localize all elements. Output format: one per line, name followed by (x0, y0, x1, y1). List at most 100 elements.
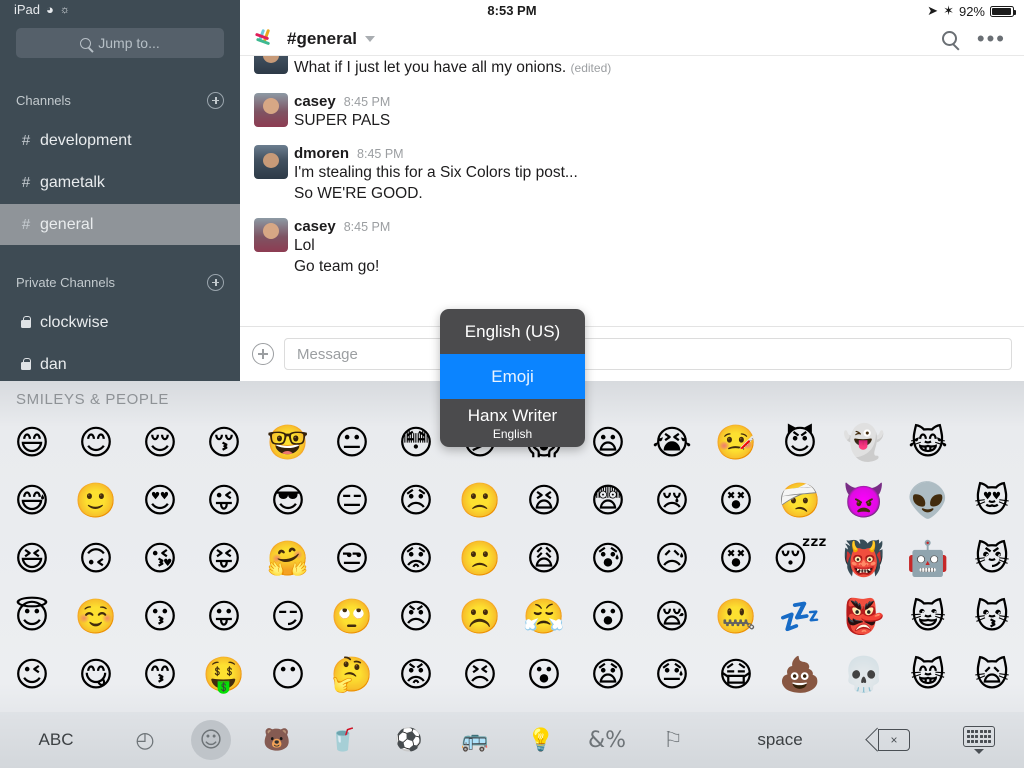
emoji-key[interactable]: 😠 (384, 588, 448, 646)
emoji-key[interactable]: 😚 (192, 414, 256, 472)
add-channel-button[interactable] (207, 91, 224, 109)
emoji-key[interactable]: 😴 (768, 530, 832, 588)
emoji-key[interactable]: 😭 (640, 414, 704, 472)
emoji-key[interactable]: 🤕 (768, 472, 832, 530)
emoji-key[interactable]: 😅 (0, 472, 64, 530)
emoji-key[interactable]: 🤖 (896, 530, 960, 588)
emoji-key[interactable]: 😄 (0, 414, 64, 472)
sidebar-item-development[interactable]: # development (0, 120, 240, 161)
emoji-key[interactable]: 😮 (576, 588, 640, 646)
emoji-grid[interactable]: 😄😊😌😚🤓😐😳😕😱😦😭🤒😈👻😹😅🙂😍😜😎😑😞🙁😫😨😢😵🤕👿👽😻😆🙃😘😝🤗😒😟🙁😩… (0, 414, 1024, 704)
emoji-key[interactable]: 🙁 (448, 530, 512, 588)
language-option[interactable]: Emoji (440, 354, 585, 399)
emoji-key[interactable]: 👹 (832, 530, 896, 588)
emoji-key[interactable]: 🙁 (448, 472, 512, 530)
emoji-key[interactable]: 😷 (704, 646, 768, 704)
message-input[interactable]: Message (284, 338, 1012, 370)
emoji-key[interactable]: 😐 (320, 414, 384, 472)
search-icon[interactable] (941, 31, 957, 46)
symbols-icon[interactable]: &% (574, 720, 640, 760)
emoji-key[interactable]: 💀 (832, 646, 896, 704)
emoji-key[interactable]: 😝 (192, 530, 256, 588)
emoji-key[interactable]: 😦 (576, 414, 640, 472)
emoji-key[interactable]: 😪 (640, 588, 704, 646)
emoji-key[interactable]: 😵 (704, 472, 768, 530)
emoji-key[interactable]: 🙃 (64, 530, 128, 588)
emoji-key[interactable]: 😛 (192, 588, 256, 646)
emoji-key[interactable]: 🙂 (64, 472, 128, 530)
emoji-key[interactable]: 🤗 (256, 530, 320, 588)
emoji-key[interactable]: 😙 (128, 646, 192, 704)
hide-keyboard-icon[interactable] (934, 726, 1024, 754)
emoji-key[interactable]: 😨 (576, 472, 640, 530)
emoji-key[interactable]: 😟 (384, 530, 448, 588)
emoji-key[interactable]: 😣 (448, 646, 512, 704)
emoji-key[interactable]: 😆 (0, 530, 64, 588)
emoji-key[interactable]: 😻 (960, 472, 1024, 530)
emoji-key[interactable]: 😹 (896, 414, 960, 472)
emoji-key[interactable]: 😸 (896, 646, 960, 704)
emoji-key[interactable]: 😺 (896, 588, 960, 646)
sidebar-item-dan[interactable]: dan (0, 344, 240, 381)
emoji-key[interactable]: 😎 (256, 472, 320, 530)
emoji-key[interactable]: 😇 (0, 588, 64, 646)
emoji-key[interactable]: 😌 (128, 414, 192, 472)
emoji-key[interactable]: 😈 (768, 414, 832, 472)
emoji-key[interactable]: 🤑 (192, 646, 256, 704)
emoji-key[interactable]: 😘 (128, 530, 192, 588)
emoji-key[interactable]: 😜 (192, 472, 256, 530)
emoji-key[interactable]: 🤒 (704, 414, 768, 472)
language-option[interactable]: English (US) (440, 309, 585, 354)
smileys-people-icon[interactable]: ☺ (191, 720, 231, 760)
emoji-key[interactable]: 😒 (320, 530, 384, 588)
emoji-key[interactable]: 😮 (512, 646, 576, 704)
emoji-key[interactable]: 😢 (640, 472, 704, 530)
emoji-key[interactable]: 🤐 (704, 588, 768, 646)
emoji-key[interactable]: 👽 (896, 472, 960, 530)
emoji-key[interactable]: 😽 (960, 588, 1024, 646)
emoji-key[interactable]: 😵 (704, 530, 768, 588)
delete-backspace-icon[interactable]: × (854, 729, 934, 751)
emoji-key[interactable]: 🙄 (320, 588, 384, 646)
emoji-key[interactable]: 😤 (512, 588, 576, 646)
activity-icon[interactable]: ⚽ (376, 720, 442, 760)
emoji-key[interactable]: 💩 (768, 646, 832, 704)
add-private-channel-button[interactable] (207, 273, 224, 291)
emoji-key[interactable]: 😏 (256, 588, 320, 646)
emoji-key[interactable]: 😊 (64, 414, 128, 472)
message-list[interactable]: dmoren 8:45 PM What if I just let you ha… (240, 56, 1024, 326)
more-options-icon[interactable]: ••• (977, 27, 1006, 49)
food-drink-icon[interactable]: 🥤 (310, 720, 376, 760)
emoji-key[interactable]: 👺 (832, 588, 896, 646)
emoji-key[interactable]: 😶 (256, 646, 320, 704)
emoji-key[interactable]: 😼 (960, 530, 1024, 588)
sidebar-item-general[interactable]: # general (0, 204, 240, 245)
emoji-key[interactable]: 😗 (128, 588, 192, 646)
add-attachment-button[interactable] (252, 343, 274, 365)
emoji-key[interactable]: 😫 (512, 472, 576, 530)
keyboard-language-popup[interactable]: English (US) Emoji Hanx Writer English (440, 309, 585, 447)
emoji-key[interactable]: ☺️ (64, 588, 128, 646)
sidebar-item-gametalk[interactable]: # gametalk (0, 162, 240, 203)
emoji-key[interactable]: 🤓 (256, 414, 320, 472)
emoji-key[interactable]: 👿 (832, 472, 896, 530)
emoji-key[interactable]: 😑 (320, 472, 384, 530)
emoji-key[interactable]: 💤 (768, 588, 832, 646)
emoji-key[interactable]: 😰 (576, 530, 640, 588)
emoji-key[interactable]: 😞 (384, 472, 448, 530)
objects-icon[interactable]: 💡 (508, 720, 574, 760)
emoji-key[interactable]: 😡 (384, 646, 448, 704)
emoji-key[interactable]: 😓 (640, 646, 704, 704)
jump-to-search[interactable]: Jump to... (16, 28, 224, 58)
emoji-key[interactable]: 😉 (0, 646, 64, 704)
chevron-down-icon[interactable] (364, 35, 375, 42)
sidebar-item-clockwise[interactable]: clockwise (0, 302, 240, 343)
emoji-key[interactable]: 👻 (832, 414, 896, 472)
recent-clock-icon[interactable]: ◴ (112, 720, 178, 760)
emoji-key[interactable]: 🤔 (320, 646, 384, 704)
language-option[interactable]: Hanx Writer English (440, 399, 585, 447)
flags-icon[interactable]: ⚐ (640, 720, 706, 760)
emoji-key[interactable]: 😍 (128, 472, 192, 530)
animals-nature-icon[interactable]: 🐻 (244, 720, 310, 760)
space-key[interactable]: space (706, 730, 854, 750)
